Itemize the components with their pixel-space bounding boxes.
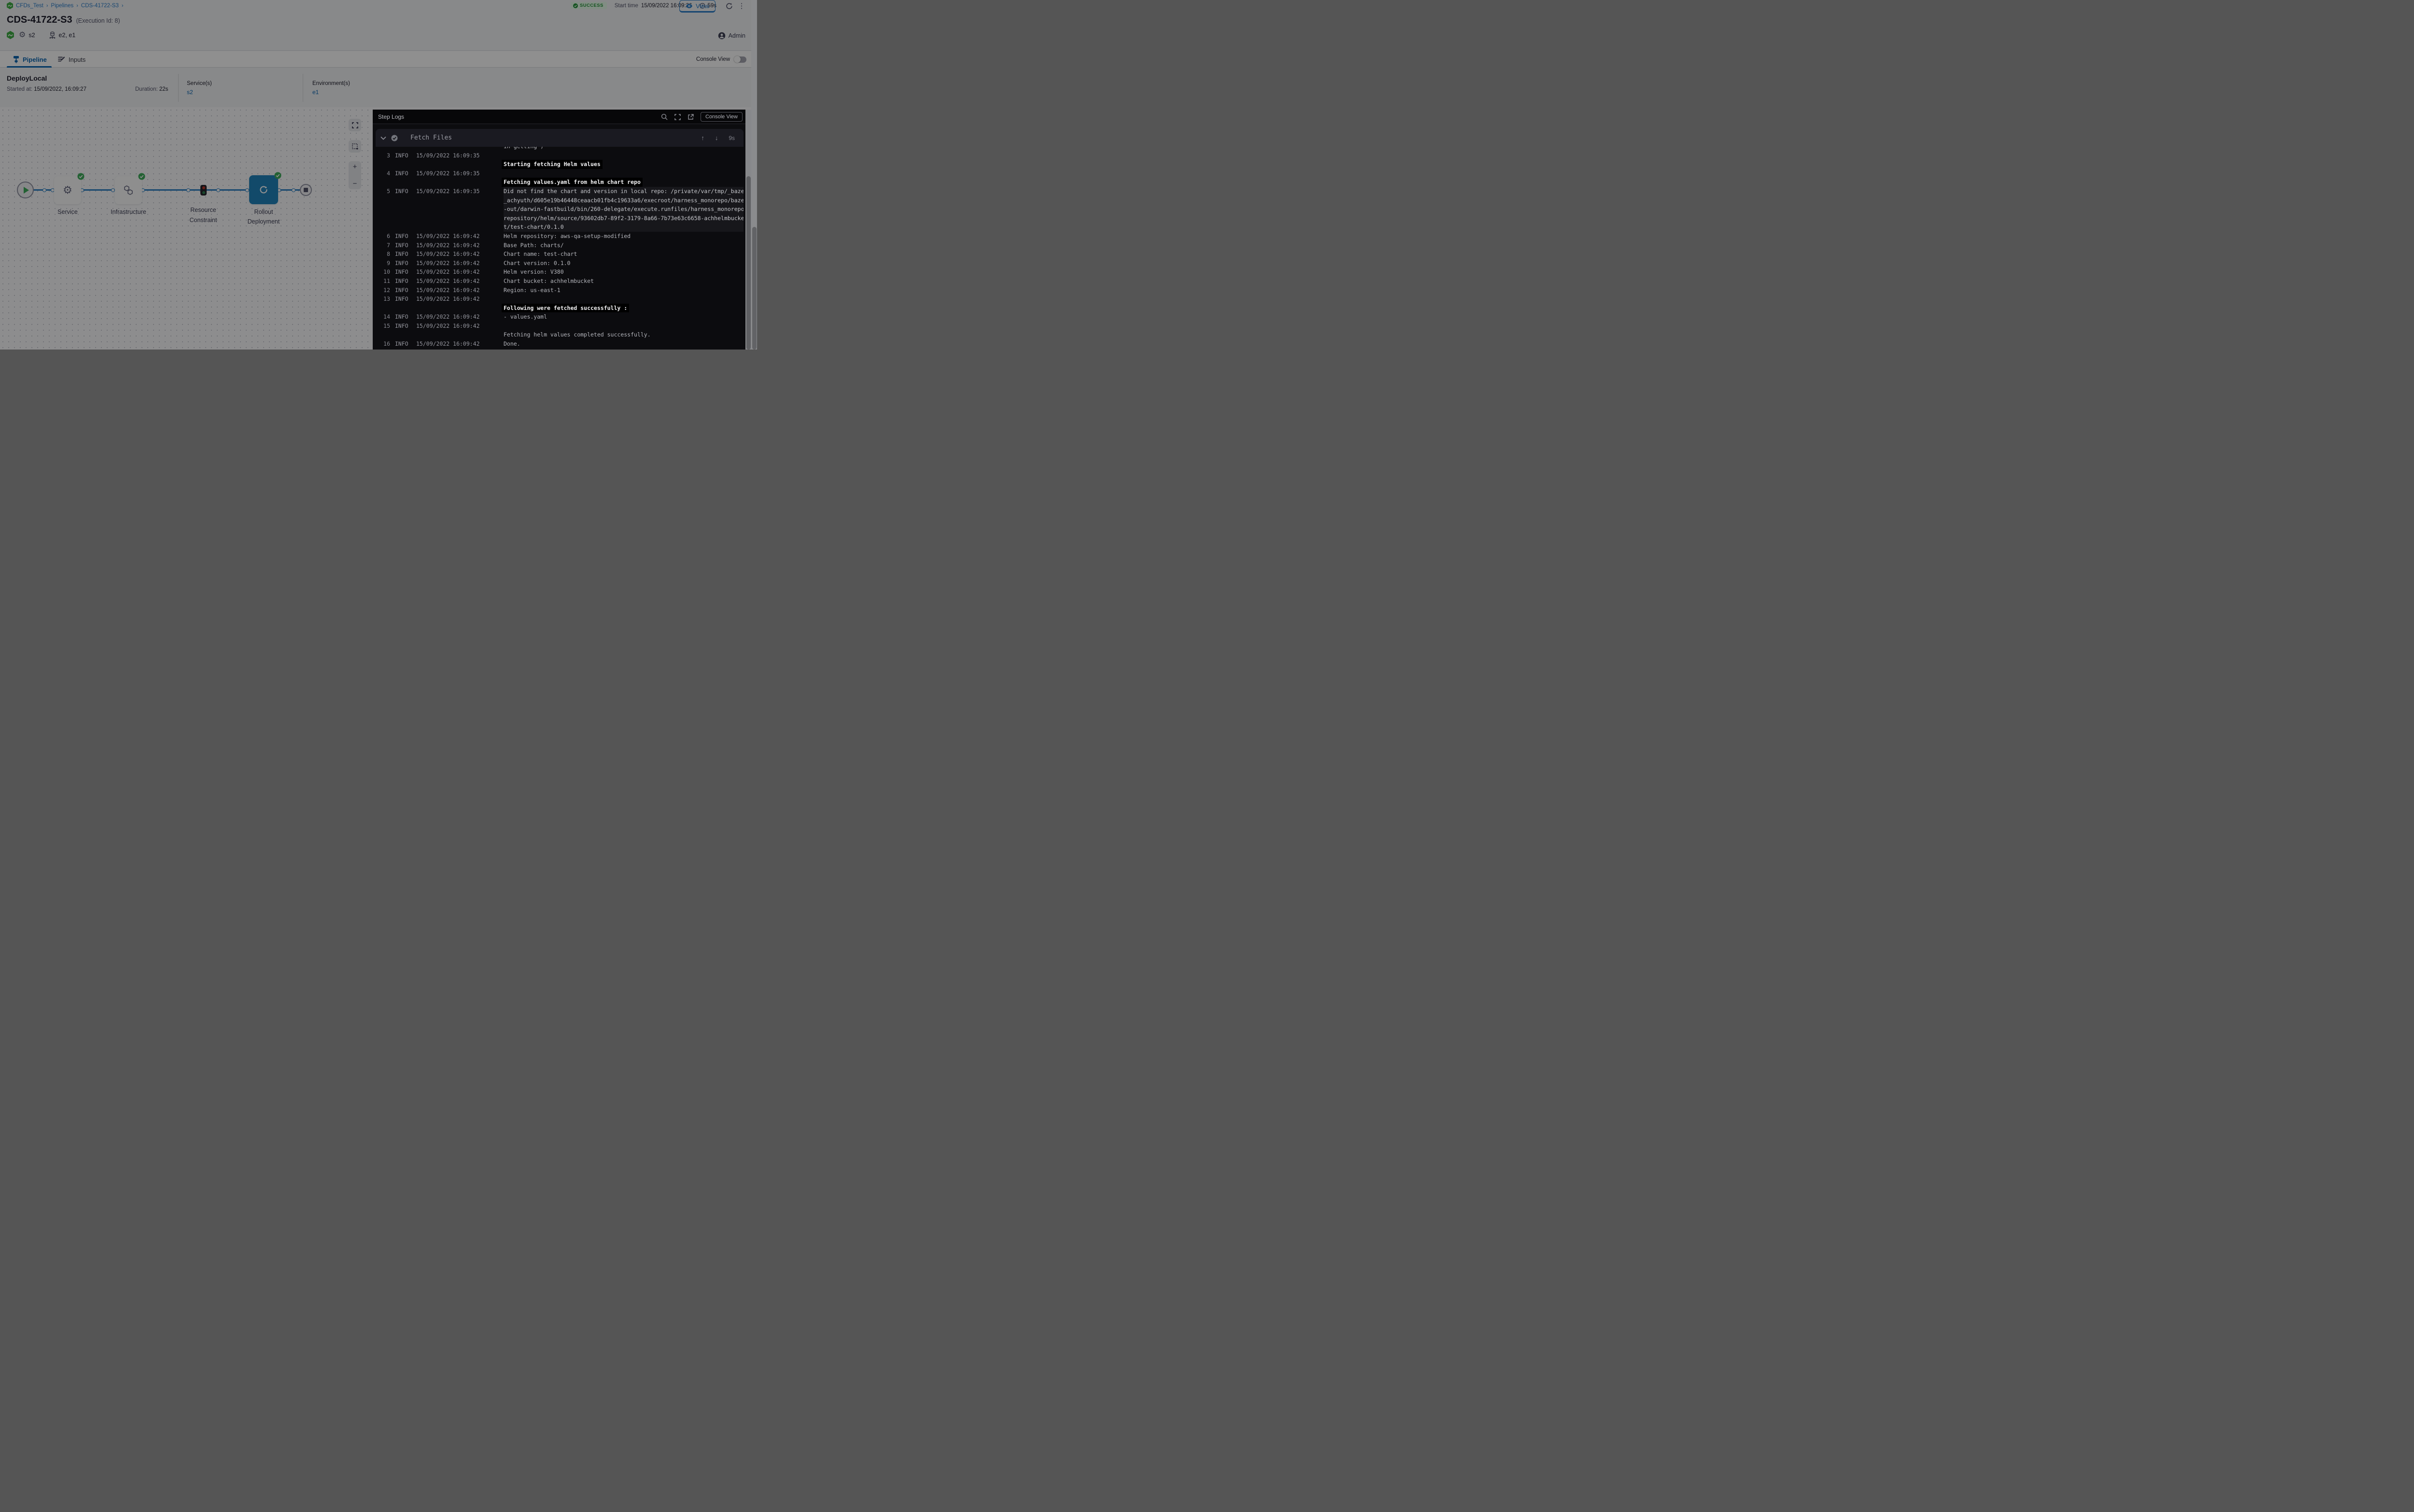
log-ts: 15/09/2022 16:09:42 — [416, 232, 483, 241]
log-ln: 8 — [373, 250, 390, 259]
log-row: 10 INFO 15/09/2022 16:09:42 Helm version: V… — [373, 267, 744, 277]
chevron-down-icon[interactable] — [380, 136, 386, 140]
scroll-down-icon[interactable]: ↓ — [715, 134, 718, 141]
log-scrollbar-thumb[interactable] — [746, 176, 751, 350]
log-ln: 10 — [373, 267, 390, 277]
log-ts: 15/09/2022 16:09:42 — [416, 277, 483, 286]
log-ln: 15 — [373, 322, 390, 331]
log-ts: 15/09/2022 16:09:42 — [416, 322, 483, 331]
log-ln: 9 — [373, 259, 390, 268]
log-ts: 15/09/2022 16:09:42 — [416, 241, 483, 250]
log-row: 13 INFO 15/09/2022 16:09:42 Following were … — [373, 294, 744, 312]
execution-page: CFDs_Test › Pipelines › CDS-41722-S3 › C… — [0, 0, 757, 350]
step-logs-drawer: Step Logs Console View Fetch — [373, 110, 745, 350]
log-message: Following were fetched successfully : — [504, 294, 736, 312]
step-row-right: ↑ ↓ 9s — [701, 134, 735, 141]
log-message: Did not find the chart and version in lo… — [504, 187, 744, 232]
log-message: Helm repository: aws-qa-setup-modified — [504, 232, 736, 241]
log-message: Starting fetching Helm values — [504, 151, 736, 169]
log-ln: 6 — [373, 232, 390, 241]
step-name: Fetch Files — [410, 134, 452, 141]
log-row: 3 INFO 15/09/2022 16:09:35 Starting fetchin… — [373, 151, 744, 169]
step-logs-header: Step Logs Console View — [373, 110, 745, 124]
log-row: 6 INFO 15/09/2022 16:09:42 Helm repository:… — [373, 232, 744, 241]
step-row-fetch-files[interactable]: Fetch Files ↑ ↓ 9s — [376, 129, 744, 147]
log-lvl: INFO — [395, 339, 409, 349]
log-lvl: INFO — [395, 232, 409, 241]
log-row: 14 INFO 15/09/2022 16:09:42 - values.yaml — [373, 312, 744, 322]
log-ln: 13 — [373, 294, 390, 304]
log-scrollbar[interactable] — [746, 110, 751, 350]
log-message: - values.yaml — [504, 312, 736, 322]
log-ts: 15/09/2022 16:09:42 — [416, 294, 483, 304]
log-lvl: INFO — [395, 250, 409, 259]
fullscreen-icon[interactable] — [674, 114, 681, 120]
log-lvl: INFO — [395, 267, 409, 277]
log-message: Base Path: charts/ — [504, 241, 736, 250]
log-lvl: INFO — [395, 259, 409, 268]
page-scrollbar-thumb[interactable] — [752, 227, 757, 350]
log-lvl: INFO — [395, 286, 409, 295]
log-message: in getting ) — [504, 147, 736, 151]
step-logs-title: Step Logs — [378, 113, 404, 120]
log-message: Chart name: test-chart — [504, 250, 736, 259]
log-row: 9 INFO 15/09/2022 16:09:42 Chart version: 0… — [373, 259, 744, 268]
log-row: 11 INFO 15/09/2022 16:09:42 Chart bucket: a… — [373, 277, 744, 286]
log-message: Fetching helm values completed successfu… — [504, 322, 736, 339]
log-lvl: INFO — [395, 241, 409, 250]
log-ln: 3 — [373, 151, 390, 160]
log-ln: 12 — [373, 286, 390, 295]
log-row: 5 INFO 15/09/2022 16:09:35 Did not find the… — [373, 187, 744, 232]
log-ts: 15/09/2022 16:09:42 — [416, 259, 483, 268]
log-ln: 16 — [373, 339, 390, 349]
log-ln: 11 — [373, 277, 390, 286]
log-row: 16 INFO 15/09/2022 16:09:42 Done. — [373, 339, 744, 349]
log-row: 15 INFO 15/09/2022 16:09:42 Fetching helm v… — [373, 322, 744, 339]
log-lvl: INFO — [395, 322, 409, 331]
log-lvl: INFO — [395, 277, 409, 286]
log-row: in getting ) — [373, 147, 744, 151]
log-ts: 15/09/2022 16:09:42 — [416, 286, 483, 295]
log-ln: 4 — [373, 169, 390, 178]
search-icon[interactable] — [661, 113, 668, 120]
log-ts: 15/09/2022 16:09:35 — [416, 151, 483, 160]
log-body[interactable]: in getting ) 3 INFO 15/09/2022 16:09:35 Star… — [373, 147, 744, 350]
log-ln: 14 — [373, 312, 390, 322]
log-ts: 15/09/2022 16:09:42 — [416, 250, 483, 259]
log-lvl: INFO — [395, 312, 409, 322]
log-message: Chart bucket: achhelmbucket — [504, 277, 736, 286]
log-message: Chart version: 0.1.0 — [504, 259, 736, 268]
log-ts: 15/09/2022 16:09:35 — [416, 187, 483, 196]
log-row: 8 INFO 15/09/2022 16:09:42 Chart name: test… — [373, 250, 744, 259]
step-duration: 9s — [729, 135, 735, 141]
log-row: 7 INFO 15/09/2022 16:09:42 Base Path: chart… — [373, 241, 744, 250]
log-lvl: INFO — [395, 294, 409, 304]
log-lvl: INFO — [395, 151, 409, 160]
log-row: 12 INFO 15/09/2022 16:09:42 Region: us-east… — [373, 286, 744, 295]
page-scrollbar[interactable] — [751, 0, 757, 350]
log-message: Helm version: V380 — [504, 267, 736, 277]
step-logs-actions: Console View — [661, 110, 743, 124]
log-message: Region: us-east-1 — [504, 286, 736, 295]
log-lvl: INFO — [395, 169, 409, 178]
step-success-icon — [391, 135, 398, 141]
log-ts: 15/09/2022 16:09:42 — [416, 312, 483, 322]
console-view-button[interactable]: Console View — [701, 112, 743, 122]
log-lvl: INFO — [395, 187, 409, 196]
log-ts: 15/09/2022 16:09:42 — [416, 267, 483, 277]
log-ts: 15/09/2022 16:09:35 — [416, 169, 483, 178]
log-ln: 7 — [373, 241, 390, 250]
log-message: Done. — [504, 339, 736, 349]
log-ln: 5 — [373, 187, 390, 196]
log-row: 4 INFO 15/09/2022 16:09:35 Fetching values.… — [373, 169, 744, 187]
open-in-new-tab-icon[interactable] — [688, 114, 694, 120]
log-ts: 15/09/2022 16:09:42 — [416, 339, 483, 349]
scroll-up-icon[interactable]: ↑ — [701, 134, 704, 141]
log-message: Fetching values.yaml from helm chart rep… — [504, 169, 736, 187]
